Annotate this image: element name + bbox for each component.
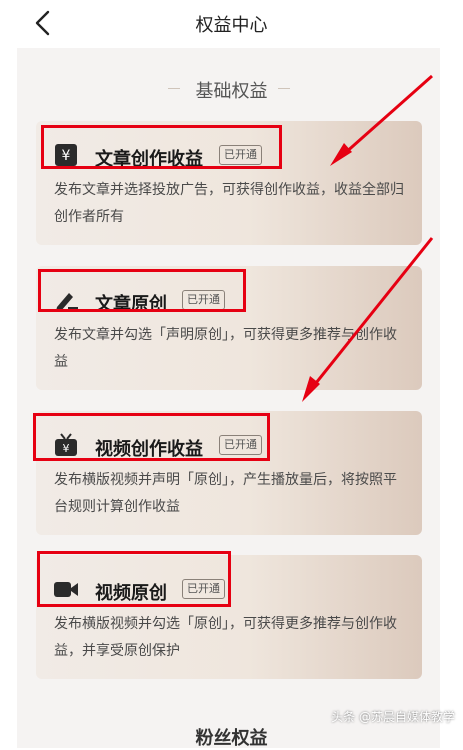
- arrow-icon: [302, 237, 434, 402]
- watermark: 头条 @苏晨自媒体教学: [331, 710, 455, 724]
- annotation-arrows: [302, 74, 434, 402]
- arrow-icon: [330, 74, 433, 166]
- next-section-title: 粉丝权益: [195, 728, 268, 749]
